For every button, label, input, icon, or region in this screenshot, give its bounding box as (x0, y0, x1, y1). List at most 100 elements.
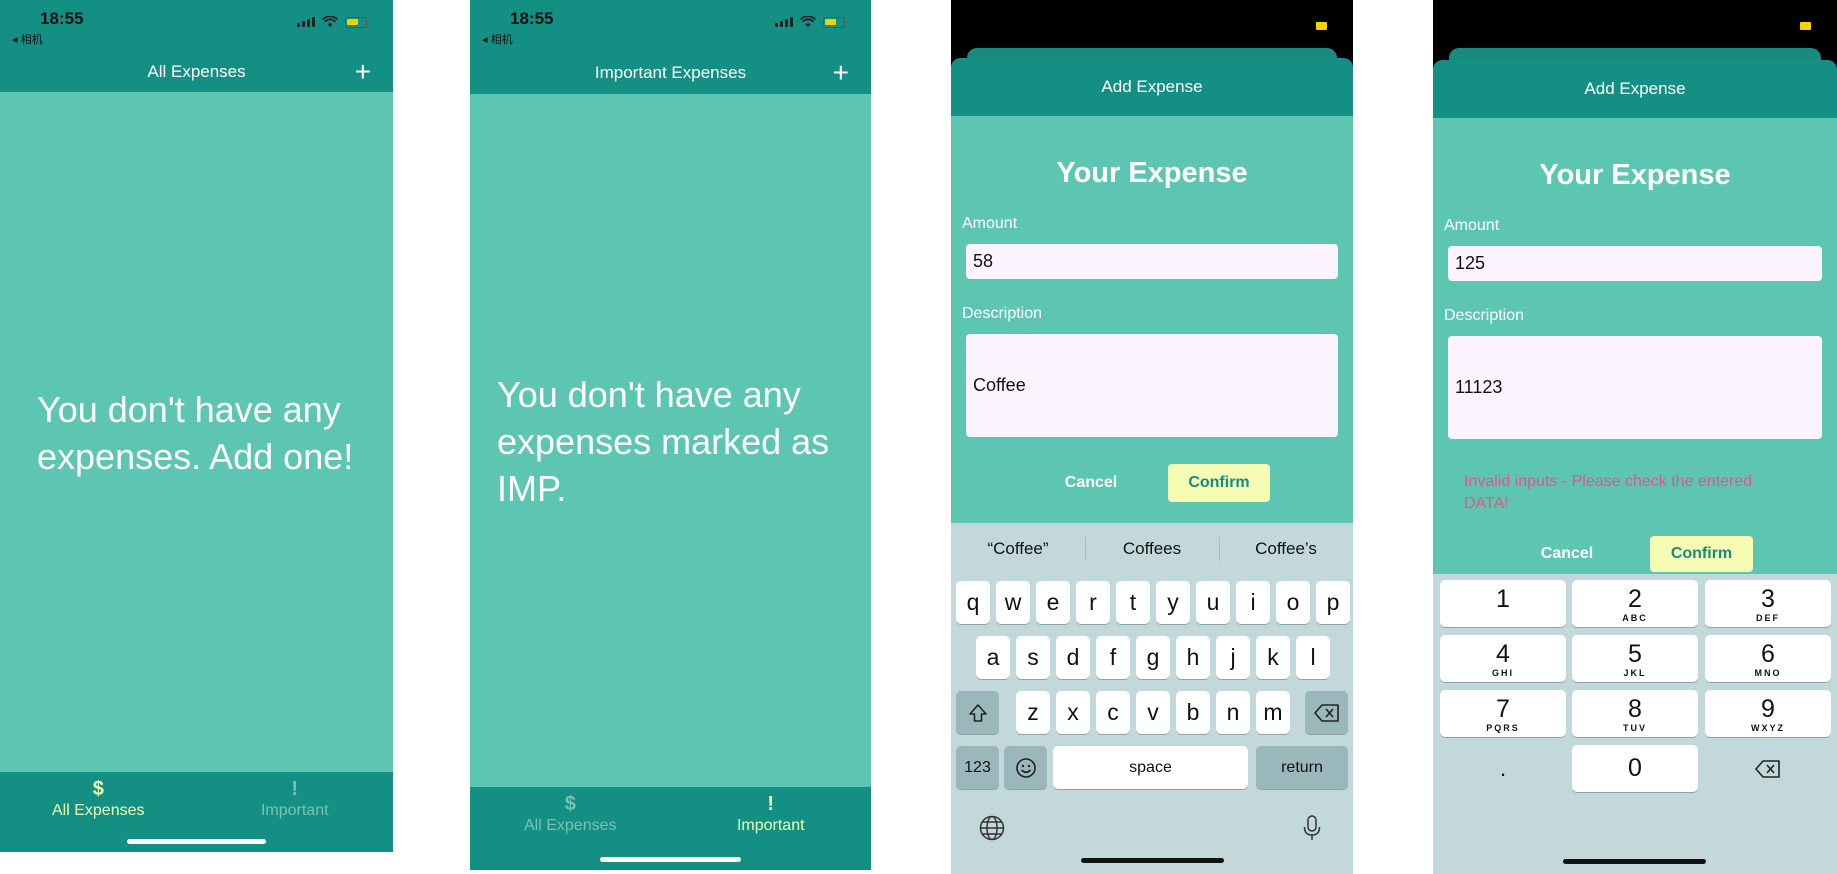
tab-all-expenses[interactable]: $ All Expenses (0, 776, 197, 820)
description-label: Description (962, 305, 1043, 322)
key-v[interactable]: v (1136, 691, 1170, 734)
tab-label: All Expenses (524, 817, 617, 834)
key-l[interactable]: l (1296, 636, 1330, 679)
backspace-icon (1313, 703, 1339, 722)
home-indicator[interactable] (600, 857, 741, 862)
home-indicator[interactable] (127, 839, 266, 844)
key-c[interactable]: c (1096, 691, 1130, 734)
suggestion-item[interactable]: Coffee’s (1219, 523, 1353, 575)
key-e[interactable]: e (1036, 581, 1070, 624)
key-b[interactable]: b (1176, 691, 1210, 734)
numpad-key-3[interactable]: 3 DEF (1705, 580, 1831, 627)
home-indicator[interactable] (1563, 859, 1706, 864)
key-g[interactable]: g (1136, 636, 1170, 679)
numpad-key-6[interactable]: 6 MNO (1705, 635, 1831, 682)
error-line: DATA! (1464, 495, 1509, 512)
numpad-key-7[interactable]: 7 PQRS (1440, 690, 1566, 737)
delete-key[interactable] (1305, 691, 1348, 734)
tab-bar: $ All Expenses ! Important (470, 787, 871, 870)
numpad-key-9[interactable]: 9 WXYZ (1705, 690, 1831, 737)
suggestion-bar: “Coffee” Coffees Coffee’s (951, 523, 1353, 575)
cancel-button[interactable]: Cancel (1527, 536, 1607, 572)
key-f[interactable]: f (1096, 636, 1130, 679)
key-n[interactable]: n (1216, 691, 1250, 734)
back-to-app-link[interactable]: ◂ 相机 (12, 31, 43, 47)
back-to-app-link[interactable]: ◂ 相机 (482, 31, 513, 47)
battery-icon (1316, 22, 1327, 30)
home-indicator[interactable] (1081, 858, 1224, 863)
number-pad: 1 2 ABC 3 DEF 4 GHI 5 JKL 6 MNO 7 PQRS 8 TUV 9W… (1433, 574, 1837, 874)
key-m[interactable]: m (1256, 691, 1290, 734)
battery-icon (1800, 22, 1811, 30)
status-icons (775, 16, 845, 28)
key-d[interactable]: d (1056, 636, 1090, 679)
shift-key[interactable] (956, 691, 999, 734)
status-bar: 18:55 ◂ 相机 (0, 0, 393, 52)
decimal-key[interactable]: . (1440, 745, 1566, 792)
numpad-key-4[interactable]: 4 GHI (1440, 635, 1566, 682)
tab-all-expenses[interactable]: $ All Expenses (470, 791, 671, 835)
form-heading: Your Expense (1539, 159, 1731, 191)
suggestion-item[interactable]: Coffees (1085, 523, 1219, 575)
numpad-key-1[interactable]: 1 (1440, 580, 1566, 627)
confirm-button[interactable]: Confirm (1650, 536, 1753, 572)
status-time: 18:55 (510, 9, 554, 28)
key-o[interactable]: o (1276, 581, 1310, 624)
emoji-key[interactable] (1004, 746, 1047, 789)
amount-input[interactable]: 58 (966, 244, 1338, 279)
screen-all-expenses: 18:55 ◂ 相机 All Expenses + You don't have… (0, 0, 393, 852)
numpad-key-0[interactable]: 0 (1572, 745, 1698, 792)
description-input[interactable]: Coffee (966, 334, 1338, 437)
microphone-icon[interactable] (1297, 813, 1327, 843)
key-t[interactable]: t (1116, 581, 1150, 624)
key-p[interactable]: p (1316, 581, 1350, 624)
plus-icon[interactable]: + (355, 58, 371, 86)
text-keyboard: “Coffee” Coffees Coffee’s q w e r t y u … (951, 523, 1353, 874)
screen-add-expense-invalid: Add Expense Your Expense Amount 125 Desc… (1433, 0, 1837, 874)
key-z[interactable]: z (1016, 691, 1050, 734)
tab-important[interactable]: ! Important (197, 776, 394, 820)
key-j[interactable]: j (1216, 636, 1250, 679)
tab-label: Important (260, 802, 329, 819)
cancel-button[interactable]: Cancel (1051, 464, 1131, 502)
confirm-button[interactable]: Confirm (1168, 464, 1270, 502)
key-a[interactable]: a (976, 636, 1010, 679)
empty-line: expenses marked as (497, 421, 830, 462)
return-key[interactable]: return (1256, 746, 1348, 789)
empty-state-message: You don't have any expenses. Add one! (37, 386, 353, 480)
numpad-key-8[interactable]: 8 TUV (1572, 690, 1698, 737)
wifi-icon (800, 16, 816, 27)
delete-key[interactable] (1705, 745, 1831, 792)
globe-icon[interactable] (977, 813, 1007, 843)
suggestion-item[interactable]: “Coffee” (951, 523, 1085, 575)
key-s[interactable]: s (1016, 636, 1050, 679)
add-expense-sheet: Add Expense Your Expense Amount 58 Descr… (951, 58, 1353, 874)
description-input[interactable]: 11123 (1448, 336, 1822, 439)
key-h[interactable]: h (1176, 636, 1210, 679)
key-x[interactable]: x (1056, 691, 1090, 734)
error-line: Invalid inputs - Please check the entere… (1464, 473, 1753, 490)
amount-input[interactable]: 125 (1448, 246, 1822, 281)
numpad-key-5[interactable]: 5 JKL (1572, 635, 1698, 682)
status-bar: 18:55 ◂ 相机 (470, 0, 871, 52)
key-r[interactable]: r (1076, 581, 1110, 624)
space-key[interactable]: space (1053, 746, 1248, 789)
dollar-icon: $ (564, 793, 576, 815)
numpad-key-2[interactable]: 2 ABC (1572, 580, 1698, 627)
plus-icon[interactable]: + (833, 59, 849, 87)
wifi-icon (322, 16, 338, 27)
exclamation-icon: ! (291, 778, 299, 800)
key-q[interactable]: q (956, 581, 990, 624)
tab-important[interactable]: ! Important (671, 791, 872, 835)
key-k[interactable]: k (1256, 636, 1290, 679)
key-u[interactable]: u (1196, 581, 1230, 624)
tab-bar: $ All Expenses ! Important (0, 772, 393, 852)
key-w[interactable]: w (996, 581, 1030, 624)
numbers-key[interactable]: 123 (956, 746, 999, 789)
tab-label: All Expenses (52, 802, 145, 819)
page-title: All Expenses (147, 62, 246, 81)
key-y[interactable]: y (1156, 581, 1190, 624)
screen-add-expense-text: Add Expense Your Expense Amount 58 Descr… (951, 0, 1353, 874)
empty-line: You don't have any (37, 389, 341, 430)
key-i[interactable]: i (1236, 581, 1270, 624)
